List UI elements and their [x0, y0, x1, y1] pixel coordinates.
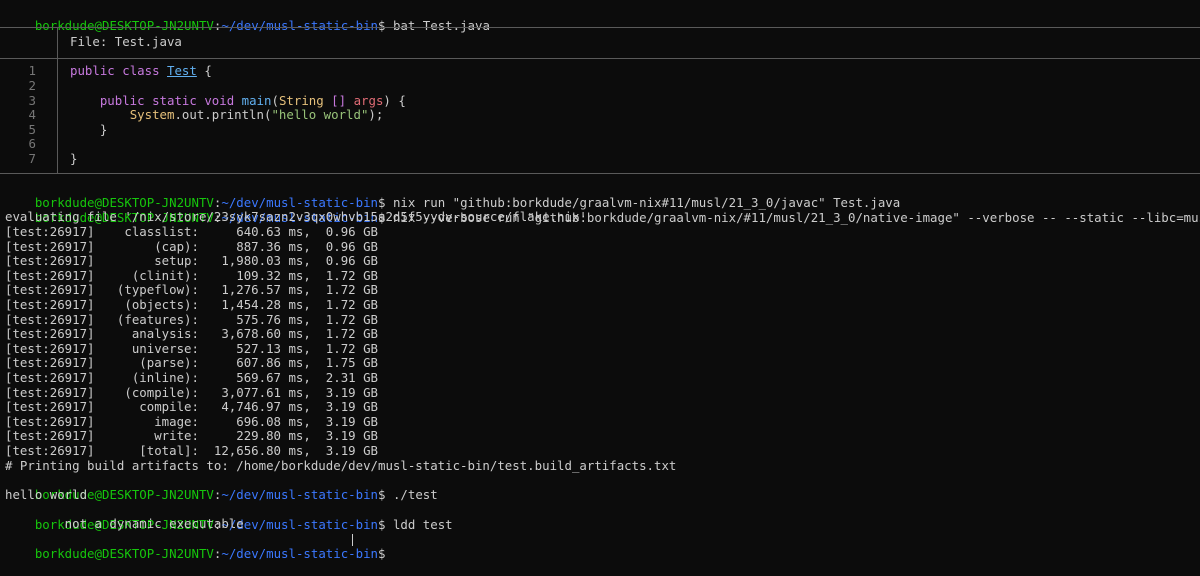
- type-string: String: [278, 93, 324, 108]
- prompt-path: ~/dev/musl-static-bin: [221, 516, 379, 532]
- build-output-line: [test:26917] [total]: 12,656.80 ms, 3.19…: [5, 443, 378, 458]
- keyword-class: class: [122, 63, 160, 78]
- prompt-user: borkdude@DESKTOP-JN2UNTV: [34, 545, 214, 561]
- build-output-line: [test:26917] analysis: 3,678.60 ms, 1.72…: [5, 326, 378, 341]
- line-number: 6: [28, 136, 36, 151]
- prompt-line: borkdude@DESKTOP-JN2UNTV:~/dev/musl-stat…: [5, 181, 900, 210]
- build-output-line: [test:26917] (inline): 569.67 ms, 2.31 G…: [5, 370, 378, 385]
- paren-close: ) {: [383, 93, 406, 108]
- output-line: evaluating file '/nix/store/23syk7sazn2v…: [5, 209, 587, 224]
- build-output-line: [test:26917] (parse): 607.86 ms, 1.75 GB: [5, 355, 378, 370]
- bat-gutter-separator: [57, 58, 58, 173]
- prompt-line: borkdude@DESKTOP-JN2UNTV:~/dev/musl-stat…: [5, 4, 490, 33]
- output-line: hello world: [5, 487, 88, 502]
- code-line: }: [70, 122, 108, 137]
- brace: {: [196, 63, 212, 78]
- array-brackets: []: [331, 93, 347, 108]
- line-number: 2: [28, 78, 36, 93]
- bat-top-border: [0, 27, 1200, 28]
- prompt-dollar: $: [378, 545, 386, 561]
- build-output-line: [test:26917] setup: 1,980.03 ms, 0.96 GB: [5, 253, 378, 268]
- text-cursor: [352, 534, 353, 546]
- method-call: .out.println(: [174, 107, 272, 122]
- build-output-line: [test:26917] (objects): 1,454.28 ms, 1.7…: [5, 297, 378, 312]
- bat-header-border: [0, 58, 1200, 59]
- code-line: }: [70, 151, 78, 166]
- line-number: 7: [28, 151, 36, 166]
- keyword-public: public: [70, 63, 115, 78]
- command-text: ldd test: [385, 516, 453, 532]
- keyword-public: public: [99, 93, 145, 108]
- keyword-void: void: [204, 93, 235, 108]
- class-system: System: [129, 107, 175, 122]
- param-args: args: [353, 93, 384, 108]
- prompt-line: borkdude@DESKTOP-JN2UNTV:~/dev/musl-stat…: [5, 473, 438, 502]
- command-text: ./test: [385, 486, 438, 502]
- line-number: 1: [28, 63, 36, 78]
- paren: (: [271, 93, 279, 108]
- prompt-line: borkdude@DESKTOP-JN2UNTV:~/dev/musl-stat…: [5, 532, 386, 561]
- output-line: # Printing build artifacts to: /home/bor…: [5, 458, 677, 473]
- bat-bottom-border: [0, 173, 1200, 174]
- terminal-window[interactable]: borkdude@DESKTOP-JN2UNTV:~/dev/musl-stat…: [0, 0, 1200, 560]
- prompt-path: ~/dev/musl-static-bin: [221, 545, 379, 561]
- bat-header-gutter-separator: [57, 27, 58, 59]
- line-number: 4: [28, 107, 36, 122]
- method-name: main: [241, 93, 272, 108]
- prompt-path: ~/dev/musl-static-bin: [221, 486, 379, 502]
- keyword-static: static: [152, 93, 197, 108]
- command-text: bat Test.java: [385, 17, 490, 33]
- build-output-line: [test:26917] (typeflow): 1,276.57 ms, 1.…: [5, 282, 378, 297]
- string-literal: "hello world": [271, 107, 369, 122]
- bat-file-header: File: Test.java: [70, 34, 182, 49]
- build-output-line: [test:26917] compile: 4,746.97 ms, 3.19 …: [5, 399, 378, 414]
- build-output-line: [test:26917] write: 229.80 ms, 3.19 GB: [5, 428, 378, 443]
- build-output-line: [test:26917] classlist: 640.63 ms, 0.96 …: [5, 224, 378, 239]
- code-line: public class Test {: [70, 63, 212, 79]
- prompt-separator: :: [213, 545, 222, 561]
- call-end: );: [368, 107, 384, 122]
- class-name: Test: [167, 63, 197, 78]
- code-line: System.out.println("hello world");: [70, 107, 384, 123]
- output-line: not a dynamic executable: [5, 516, 244, 531]
- prompt-user: borkdude@DESKTOP-JN2UNTV: [34, 17, 214, 33]
- prompt-path: ~/dev/musl-static-bin: [221, 17, 379, 33]
